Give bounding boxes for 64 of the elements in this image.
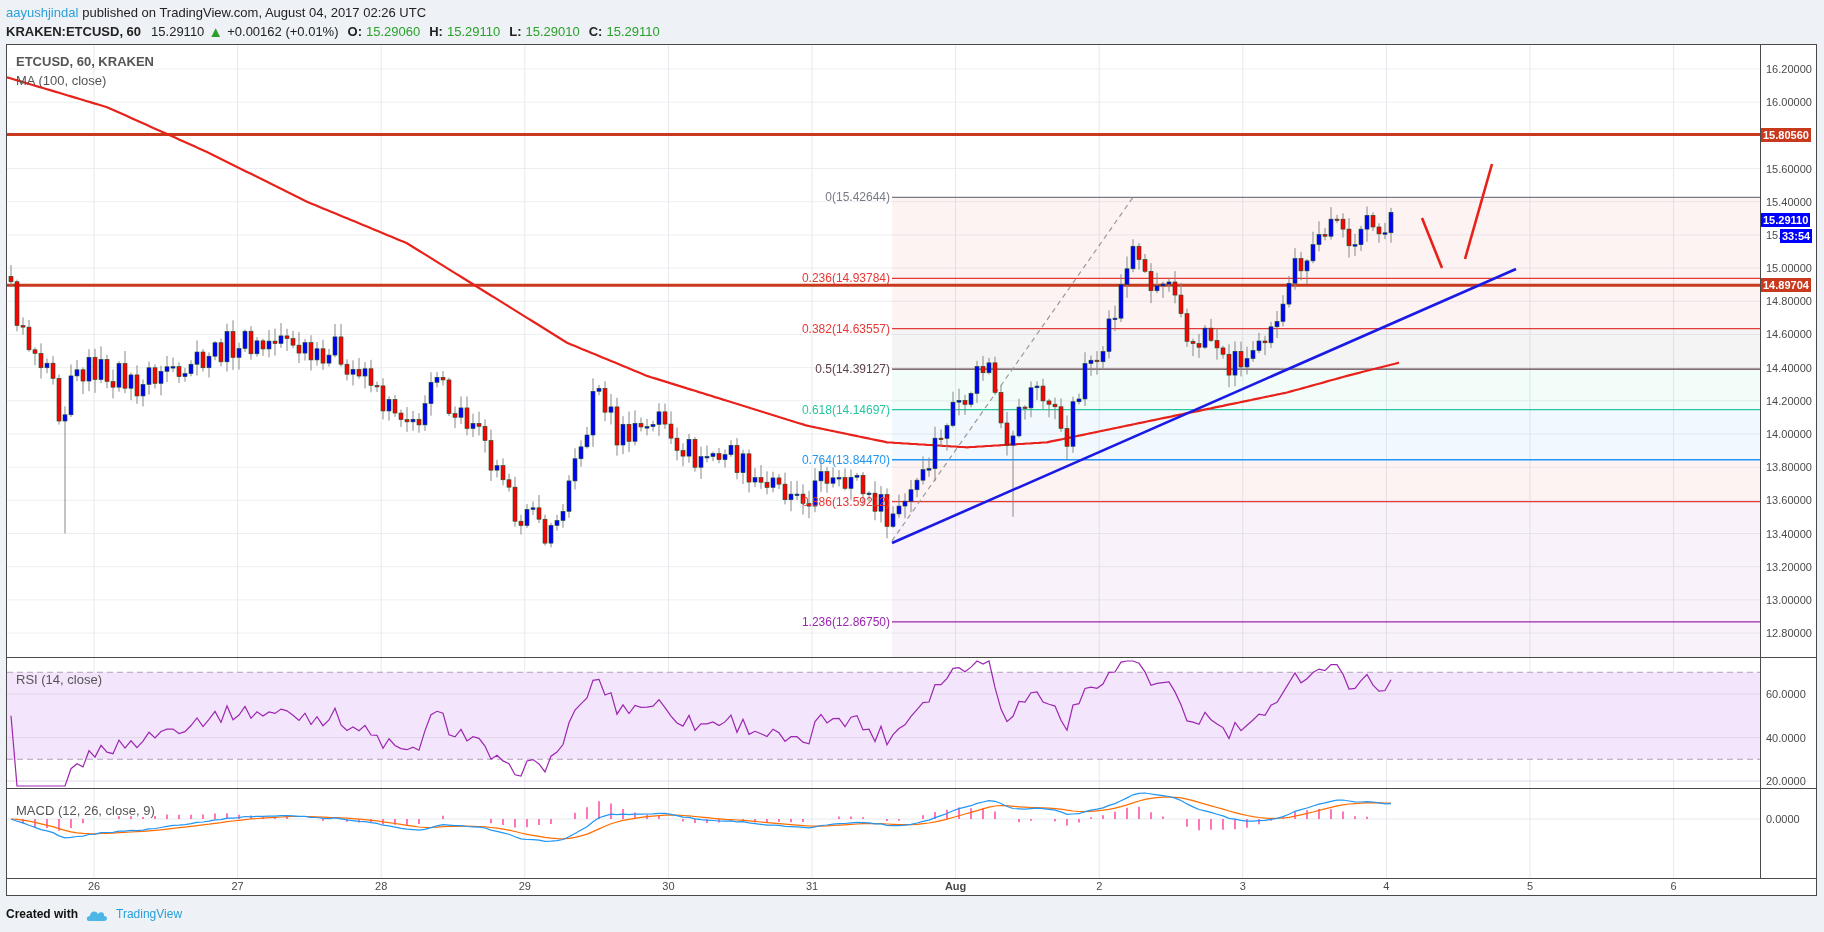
rsi-tick: 60.0000	[1765, 688, 1806, 700]
price-tag: 15.80560	[1761, 128, 1811, 143]
day-label: 26	[87, 880, 101, 892]
ohlc-label: H:	[429, 24, 443, 39]
price-change: +0.00162 (+0.01%)	[227, 24, 339, 39]
price-tick: 13.20000	[1765, 560, 1812, 573]
day-label: 3	[1239, 880, 1246, 892]
macd-legend: MACD (12, 26, close, 9)	[16, 803, 155, 818]
pen-stroke	[1420, 217, 1444, 269]
price-tick: 13.00000	[1765, 593, 1812, 606]
countdown-tag: 33:54	[1780, 228, 1813, 243]
created-with-text: Created with	[6, 907, 78, 921]
price-tick: 16.20000	[1765, 63, 1812, 75]
day-label: 4	[1383, 880, 1390, 892]
brand-link[interactable]: TradingView	[116, 907, 183, 921]
price-tag: 15.29110	[1761, 212, 1811, 227]
price-tick: 16.00000	[1765, 96, 1812, 109]
ohlc-value: 15.29010	[525, 24, 580, 39]
price-tag: 14.89704	[1761, 278, 1811, 293]
fib-level-label: 0(15.42644)	[825, 190, 890, 205]
price-tick: 14.20000	[1765, 394, 1812, 407]
fib-level-label: 0.618(14.14697)	[801, 402, 890, 417]
fib-level-label: 0.5(14.39127)	[815, 362, 890, 377]
price-tick: 12.80000	[1765, 627, 1812, 640]
price-tick: 15.	[1765, 228, 1782, 241]
fib-level-label: 0.236(14.93784)	[801, 271, 890, 286]
rsi-tick: 20.0000	[1765, 775, 1806, 787]
macd-tick: 0.0000	[1765, 813, 1800, 825]
price-tick: 14.80000	[1765, 295, 1812, 308]
day-label: 2	[1096, 880, 1103, 892]
price-tick: 14.60000	[1765, 328, 1812, 341]
fib-level-label: 0.382(14.63557)	[801, 321, 890, 336]
price-tick: 13.60000	[1765, 494, 1812, 507]
rsi-legend: RSI (14, close)	[16, 672, 102, 687]
last-price: 15.29110	[151, 24, 205, 39]
author-link[interactable]: aayushjindal	[6, 5, 79, 20]
chart-title: ETCUSD, 60, KRAKEN	[16, 54, 154, 69]
ohlc-value: 15.29110	[446, 24, 501, 39]
ohlc-label: O:	[347, 24, 362, 39]
day-label: 30	[662, 880, 675, 892]
month-label: Aug	[944, 880, 967, 892]
price-tick: 13.80000	[1765, 461, 1812, 474]
price-tick: 14.00000	[1765, 427, 1812, 440]
ohlc-value: 15.29110	[606, 24, 660, 39]
day-label: 29	[518, 880, 531, 892]
day-label: 5	[1526, 880, 1534, 892]
up-triangle-icon: ▲	[208, 23, 224, 40]
symbol-title: KRAKEN:ETCUSD, 60	[6, 24, 142, 39]
day-label: 31	[805, 880, 819, 892]
fib-level-label: 1.236(12.86750)	[801, 614, 890, 629]
price-tick: 15.00000	[1765, 262, 1812, 275]
publish-info: published on TradingView.com, August 04, 2017 02:26 UTC	[82, 5, 427, 20]
ohlc-label: L:	[509, 24, 522, 39]
price-tick: 15.40000	[1765, 195, 1812, 208]
day-label: 27	[231, 880, 244, 892]
ohlc-label: C:	[588, 24, 603, 39]
price-tick: 13.40000	[1765, 527, 1812, 540]
price-tick: 14.40000	[1765, 361, 1812, 374]
rsi-tick: 40.0000	[1765, 731, 1806, 744]
day-label: 28	[375, 880, 388, 892]
day-label: 6	[1670, 880, 1677, 892]
fib-level-label: 0.764(13.84470)	[801, 452, 890, 467]
ohlc-value: 15.29060	[365, 24, 421, 39]
price-tick: 15.60000	[1765, 162, 1812, 175]
